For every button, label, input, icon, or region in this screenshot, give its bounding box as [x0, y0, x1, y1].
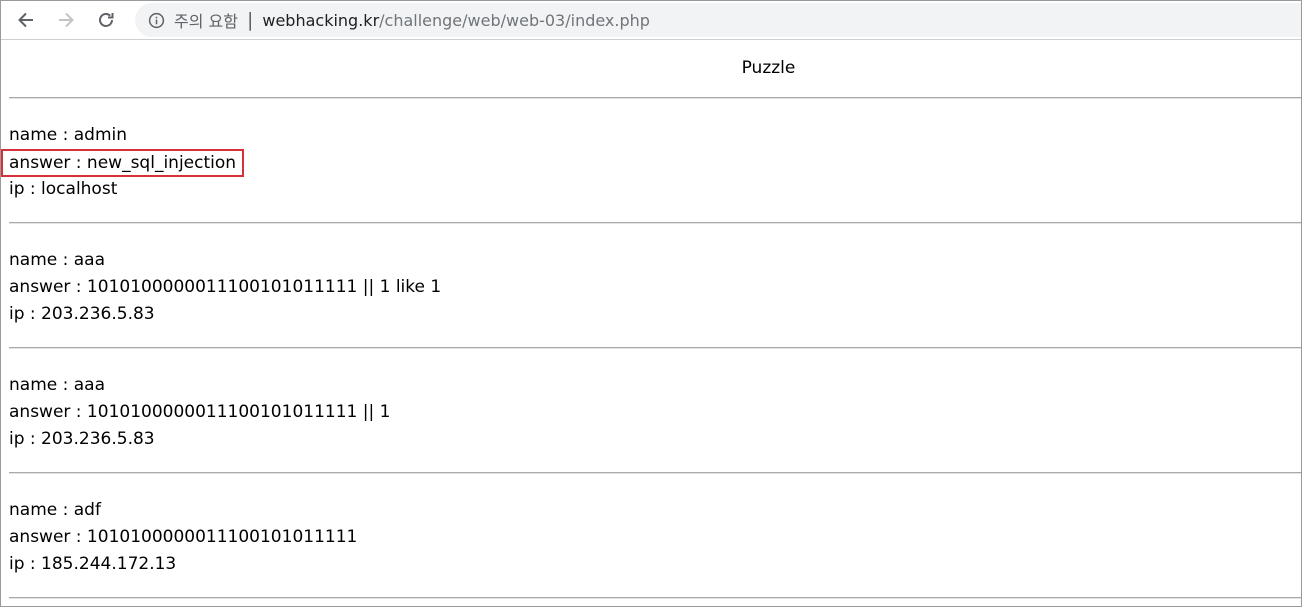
url-host: webhacking.kr — [262, 10, 380, 30]
list-item: name : aaa answer : 10101000000111001010… — [1, 224, 1301, 328]
entry-answer: answer : 1010100000011100101011111 — [9, 527, 358, 547]
reload-icon — [99, 13, 114, 27]
entry-ip: ip : 203.236.5.83 — [9, 304, 155, 324]
entry-ip: ip : 185.244.172.13 — [9, 554, 177, 574]
page-title: Puzzle — [741, 58, 796, 78]
url-path: /challenge/web/web-03/index.php — [379, 10, 650, 30]
entry-name: name : adf — [9, 500, 101, 520]
back-button[interactable] — [12, 6, 40, 34]
browser-toolbar: 주의 요함 | webhacking.kr /challenge/web/web… — [1, 1, 1301, 40]
entry-name: name : aaa — [9, 375, 105, 395]
entry-ip: ip : localhost — [9, 179, 118, 199]
entry-name: name : aaa — [9, 250, 105, 270]
entry-name: name : admin — [9, 125, 128, 145]
address-bar[interactable]: 주의 요함 | webhacking.kr /challenge/web/web… — [135, 3, 1301, 37]
list-item: name : adf answer : 10101000000111001010… — [1, 474, 1301, 578]
forward-button[interactable] — [52, 6, 80, 34]
arrow-right-icon — [59, 12, 74, 28]
divider — [9, 597, 1301, 599]
list-item: name : admin answer : new_sql_injection … — [1, 99, 1301, 203]
security-status-label[interactable]: 주의 요함 — [174, 8, 238, 32]
arrow-left-icon — [18, 12, 33, 28]
page-content: Puzzle name : admin answer : new_sql_inj… — [1, 57, 1301, 599]
entry-answer: answer : 1010100000011100101011111 || 1 … — [9, 277, 442, 297]
browser-window: 주의 요함 | webhacking.kr /challenge/web/web… — [0, 0, 1302, 607]
entry-ip: ip : 203.236.5.83 — [9, 429, 155, 449]
highlighted-answer: answer : new_sql_injection — [1, 149, 245, 177]
list-item: name : aaa answer : 10101000000111001010… — [1, 349, 1301, 453]
reload-button[interactable] — [92, 6, 120, 34]
address-separator: | — [246, 9, 254, 31]
entry-answer: answer : 1010100000011100101011111 || 1 — [9, 402, 391, 422]
info-icon[interactable] — [147, 11, 165, 29]
